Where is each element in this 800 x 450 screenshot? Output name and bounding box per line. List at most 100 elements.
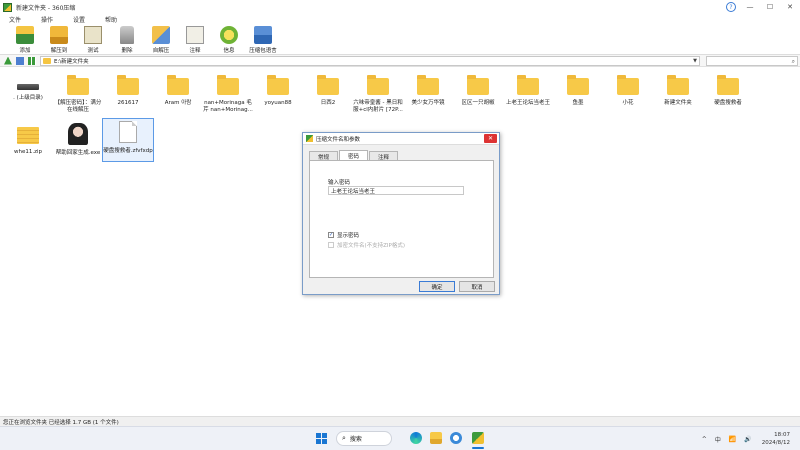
title-bar: 新建文件夹 - 360压缩 ? — ☐ ✕ [0, 0, 800, 14]
extract-to-button[interactable]: 解压到 [42, 24, 76, 54]
clock[interactable]: 18:07 2024/8/12 [762, 431, 790, 447]
taskbar: ⌕ 搜索 ^ 中 📶 🔊 18:07 2024/8/12 [0, 426, 800, 450]
input-language-indicator[interactable]: 中 [715, 435, 721, 444]
file-item[interactable]: yoyuan88 [253, 72, 303, 107]
folder-icon [667, 75, 689, 95]
file-item[interactable]: Aram 아람 [153, 72, 203, 107]
file-item[interactable]: 鱼墨 [553, 72, 603, 107]
menu-settings[interactable]: 设置 [70, 15, 88, 24]
file-item[interactable]: 六味帝皇酱 - 黑日和服+cl内射片 [72P... [353, 72, 403, 114]
360zip-taskbar-icon[interactable] [472, 432, 484, 444]
add-button[interactable]: 添加 [8, 24, 42, 54]
clock-date: 2024/8/12 [761, 440, 790, 446]
document-icon [119, 121, 137, 143]
file-item[interactable]: 上老王论坛当老王 [503, 72, 553, 107]
up-arrow-icon[interactable] [4, 56, 12, 65]
tab-password[interactable]: 密码 [339, 150, 369, 160]
folder-icon [43, 58, 51, 64]
search-input[interactable]: ⌕ [706, 56, 798, 66]
folder-icon [367, 75, 389, 95]
tab-comment[interactable]: 注释 [369, 151, 399, 161]
file-item-selected[interactable]: 硬盘搜救者.zfvfxdp [102, 118, 154, 162]
close-button[interactable]: ✕ [780, 0, 800, 14]
view-mode-icon[interactable] [16, 56, 24, 65]
folder-icon [567, 75, 589, 95]
file-explorer-icon[interactable] [430, 432, 442, 444]
menu-operation[interactable]: 操作 [38, 15, 56, 24]
file-item[interactable]: 261617 [103, 72, 153, 107]
comment-icon [186, 26, 204, 44]
dialog-title-bar: 压缩文件名和参数 ✕ [303, 133, 499, 145]
file-item[interactable]: 美少女万华镜 [403, 72, 453, 107]
menu-bar: 文件 操作 设置 帮助 [0, 14, 800, 24]
archive-params-dialog: 压缩文件名和参数 ✕ 常规 密码 注释 输入密码 上老王论坛当老王 ✓ 显示密码… [302, 132, 500, 295]
show-password-row[interactable]: ✓ 显示密码 [328, 231, 359, 239]
extract-to-icon [50, 26, 68, 44]
file-item[interactable]: 【解压密码】：满分在线解压 [53, 72, 103, 114]
window-title: 新建文件夹 - 360压缩 [16, 4, 76, 12]
password-input[interactable]: 上老王论坛当老王 [328, 186, 464, 195]
menu-file[interactable]: 文件 [6, 15, 24, 24]
show-password-checkbox[interactable]: ✓ [328, 232, 334, 238]
grid-view-icon[interactable] [28, 56, 36, 65]
file-item[interactable]: 帮助回家生成.exe [53, 121, 103, 157]
path-input[interactable]: E:\新建文件夹 ▼ [40, 56, 700, 66]
add-icon [16, 26, 34, 44]
folder-icon [717, 75, 739, 95]
taskbar-search-label: 搜索 [349, 436, 362, 443]
drive-icon [17, 84, 39, 90]
tab-general[interactable]: 常规 [309, 151, 339, 161]
info-button[interactable]: 信息 [212, 24, 246, 54]
file-item[interactable]: 区区一只胡椒 [453, 72, 503, 107]
delete-icon [120, 26, 134, 44]
start-button[interactable] [316, 433, 327, 444]
file-item-parent[interactable]: . (上级目录) [3, 72, 53, 102]
file-item[interactable]: 日西2 [303, 72, 353, 107]
app-logo-icon [306, 135, 313, 142]
volume-icon[interactable]: 🔊 [744, 436, 751, 443]
ok-button[interactable]: 确定 [419, 281, 455, 292]
encrypt-names-row: 加密文件名(不支持ZIP格式) [328, 241, 405, 249]
folder-icon [317, 75, 339, 95]
file-item[interactable]: 硬盘搜救者 [703, 72, 753, 107]
search-icon: ⌕ [342, 434, 346, 442]
status-bar: 您正在浏览文件夹 已经选择 1.7 GB (1 个文件) [0, 416, 800, 426]
menu-help[interactable]: 帮助 [102, 15, 120, 24]
clock-time: 18:07 [774, 432, 790, 438]
search-icon[interactable]: ⌕ [792, 58, 795, 66]
dialog-tabs: 常规 密码 注释 [309, 150, 399, 161]
delete-button[interactable]: 删除 [110, 24, 144, 54]
password-label: 输入密码 [328, 180, 351, 186]
tray-overflow-icon[interactable]: ^ [702, 436, 707, 443]
language-button[interactable]: 压缩包语言 [246, 24, 280, 54]
exe-file-icon [68, 123, 88, 145]
file-item[interactable]: nan+Morinaga 毛芹 nan+Morinag... [203, 72, 253, 114]
comment-button[interactable]: 注释 [178, 24, 212, 54]
edge-browser-icon[interactable] [410, 432, 422, 444]
folder-icon [617, 75, 639, 95]
taskbar-search[interactable]: ⌕ 搜索 [336, 431, 392, 446]
help-icon[interactable]: ? [726, 2, 736, 12]
dialog-close-button[interactable]: ✕ [484, 134, 497, 143]
status-text: 您正在浏览文件夹 已经选择 1.7 GB (1 个文件) [3, 419, 119, 426]
maximize-button[interactable]: ☐ [760, 0, 780, 14]
wifi-icon[interactable]: 📶 [729, 436, 736, 443]
folder-icon [217, 75, 239, 95]
test-icon [84, 26, 102, 44]
self-extract-button[interactable]: 自解压 [144, 24, 178, 54]
browser-icon[interactable] [450, 432, 462, 444]
test-button[interactable]: 测试 [76, 24, 110, 54]
folder-icon [117, 75, 139, 95]
windows-logo-icon [316, 433, 321, 438]
file-item[interactable]: 新建文件夹 [653, 72, 703, 107]
chevron-down-icon[interactable]: ▼ [693, 58, 697, 64]
address-bar: E:\新建文件夹 ▼ ⌕ [0, 55, 800, 67]
cancel-button[interactable]: 取消 [459, 281, 495, 292]
password-panel: 输入密码 上老王论坛当老王 ✓ 显示密码 加密文件名(不支持ZIP格式) [309, 160, 494, 278]
file-item[interactable]: whe11.zip [3, 121, 53, 156]
file-item[interactable]: 小花 [603, 72, 653, 107]
minimize-button[interactable]: — [740, 0, 760, 14]
encrypt-names-label: 加密文件名(不支持ZIP格式) [337, 243, 405, 249]
window-controls: ? — ☐ ✕ [726, 0, 800, 14]
system-tray: ^ 中 📶 🔊 18:07 2024/8/12 [694, 427, 790, 450]
